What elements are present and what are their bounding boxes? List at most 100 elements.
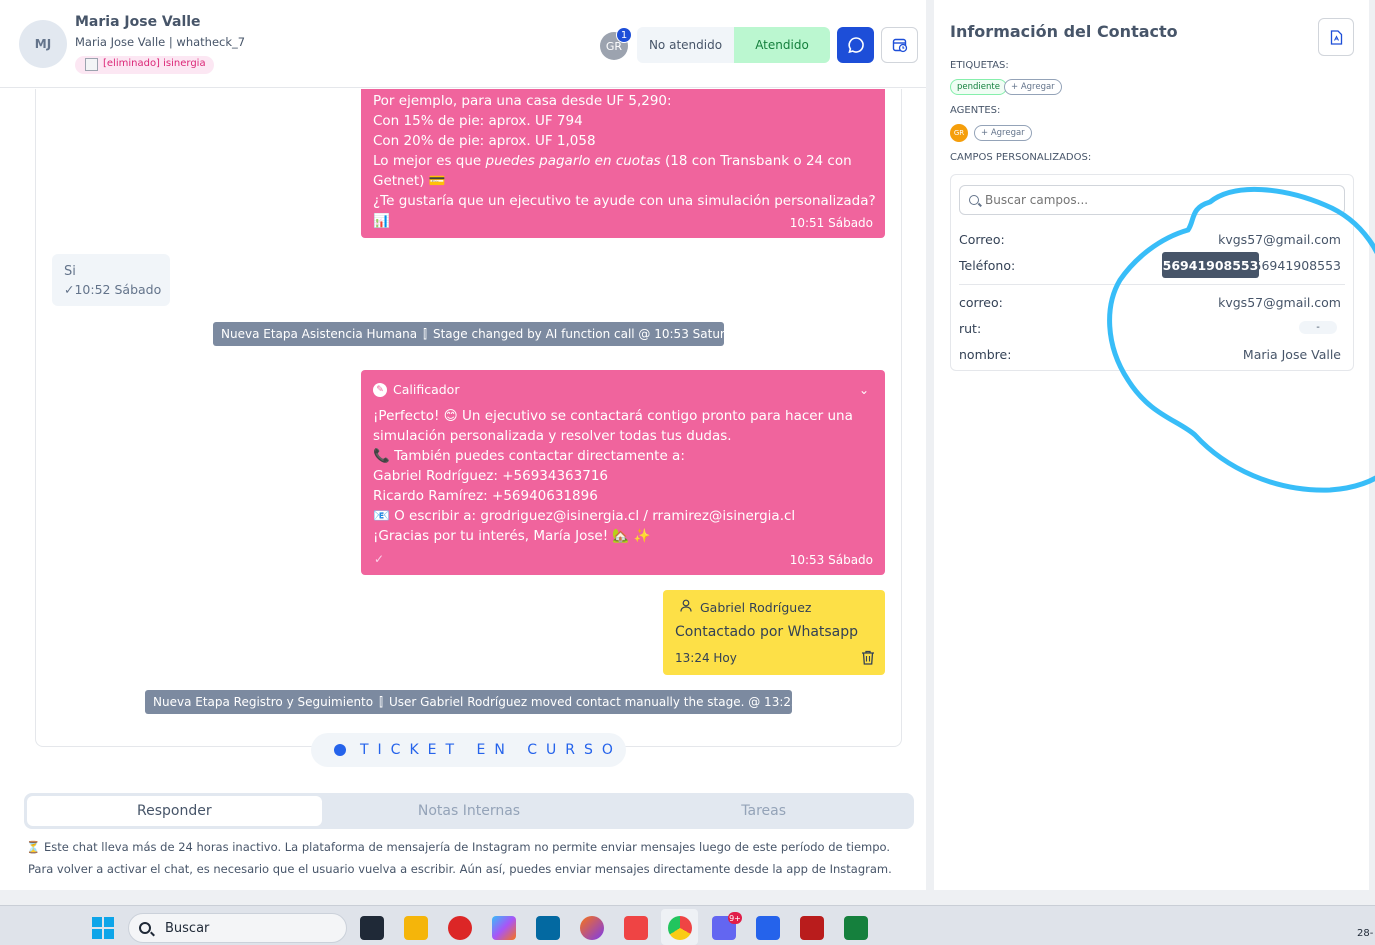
copilot-icon[interactable] (492, 916, 516, 940)
field-key: correo: (959, 295, 1003, 310)
channel-tag-label: [eliminado] isinergia (103, 58, 206, 69)
note-author: Gabriel Rodríguez (680, 599, 811, 615)
internal-note: Gabriel Rodríguez Contactado por Whatsap… (663, 590, 885, 675)
message-text: Si (64, 264, 76, 279)
message-line: Ricardo Ramírez: +56940631896 (373, 488, 598, 504)
attention-status-toggle[interactable]: No atendido Atendido (637, 27, 830, 63)
pipeline-icon: ⫿ (379, 694, 383, 709)
reply-tabs: Responder Notas Internas Tareas (24, 793, 914, 829)
check-icon: ✓ (64, 282, 75, 297)
message-line: simulación personalizada y resolver toda… (373, 428, 732, 444)
bot-icon: ✎ (373, 383, 387, 397)
message-time: 10:51 Sábado (789, 216, 873, 230)
taskbar-search-label: Buscar (165, 920, 210, 936)
broken-image-icon (85, 58, 98, 71)
panel-title: Información del Contacto (950, 22, 1178, 41)
message-fragment: Lo mejor es que (373, 153, 486, 169)
field-search[interactable] (959, 185, 1345, 215)
search-icon (139, 922, 151, 934)
windows-start-icon[interactable] (92, 917, 114, 939)
note-author-name: Gabriel Rodríguez (700, 599, 812, 615)
document-icon (1330, 29, 1342, 45)
chevron-down-icon[interactable]: ⌄ (859, 380, 869, 400)
status-attended[interactable]: Atendido (734, 27, 830, 63)
note-text: Contactado por Whatsapp (675, 624, 859, 640)
notice-line: Para volver a activar el chat, es necesa… (28, 862, 892, 876)
tab-notas-internas[interactable]: Notas Internas (322, 796, 617, 826)
inactive-chat-notice: ⏳ Este chat lleva más de 24 horas inacti… (26, 836, 892, 880)
tab-tareas[interactable]: Tareas (616, 796, 911, 826)
search-icon (969, 195, 979, 205)
message-line: Con 20% de pie: aprox. UF 1,058 (373, 133, 596, 149)
field-value[interactable]: Maria Jose Valle (1243, 347, 1341, 362)
os-taskbar: Buscar 9+ 28- (0, 905, 1375, 945)
schedule-button[interactable] (881, 27, 918, 63)
contact-message: Si ✓10:52 Sábado (52, 254, 170, 306)
outlook-icon[interactable] (536, 916, 560, 940)
acrobat-icon[interactable] (800, 916, 824, 940)
label-pending[interactable]: pendiente (950, 79, 1007, 95)
agents-heading: AGENTES: (950, 105, 1001, 116)
field-value[interactable]: - (1299, 321, 1337, 334)
anydesk-icon[interactable] (624, 916, 648, 940)
field-key: Correo: (959, 232, 1005, 247)
tab-responder[interactable]: Responder (27, 796, 322, 826)
stage-detail: User Gabriel Rodríguez moved contact man… (388, 695, 826, 709)
custom-fields-box: Correo: kvgs57@gmail.com Teléfono: 56941… (950, 174, 1354, 371)
stage-label: Nueva Etapa Registro y Seguimiento (153, 695, 374, 709)
contact-avatar: MJ (19, 20, 67, 68)
contact-subtitle: Maria Jose Valle | whatheck_7 (75, 35, 246, 49)
agent-count-badge: 1 (616, 27, 632, 43)
field-value[interactable]: 56941908553 (1254, 258, 1341, 273)
word-icon[interactable] (756, 916, 780, 940)
user-icon (680, 599, 692, 615)
stage-change-event: Nueva Etapa Registro y Seguimiento ⫿ Use… (145, 690, 826, 714)
message-time: 10:52 Sábado (74, 282, 162, 297)
bot-message: Por ejemplo, para una casa desde UF 5,29… (361, 89, 885, 238)
status-dot-icon (334, 744, 346, 756)
channel-tag: [eliminado] isinergia (75, 56, 214, 74)
phone-tooltip: 56941908553 (1162, 252, 1259, 278)
firefox-icon[interactable] (580, 916, 604, 940)
message-text: ¡Perfecto! 😊 Un ejecutivo se contactará … (373, 406, 878, 546)
chat-header: MJ Maria Jose Valle Maria Jose Valle | w… (0, 0, 926, 88)
message-text: Por ejemplo, para una casa desde UF 5,29… (373, 91, 878, 231)
message-time-row: ✓10:52 Sábado (64, 282, 161, 297)
message-emphasis: puedes pagarlo en cuotas (485, 153, 661, 169)
agent-avatar[interactable]: GR (950, 124, 968, 142)
sent-check-icon: ✓ (374, 552, 385, 566)
file-explorer-icon[interactable] (404, 916, 428, 940)
excel-icon[interactable] (844, 916, 868, 940)
field-key: nombre: (959, 347, 1012, 362)
taskbar-search[interactable]: Buscar (128, 913, 347, 943)
message-line: 📧 O escribir a: grodriguez@isinergia.cl … (373, 508, 796, 524)
labels-heading: ETIQUETAS: (950, 60, 1009, 71)
field-search-input[interactable] (985, 193, 1325, 207)
add-agent-button[interactable]: + Agregar (974, 125, 1032, 141)
chat-bubble-button[interactable] (837, 27, 874, 63)
stage-label: Nueva Etapa Asistencia Humana (221, 327, 418, 341)
sent-check-icon: ✓ (374, 215, 385, 229)
add-label-button[interactable]: + Agregar (1004, 79, 1062, 95)
notice-text: Este chat lleva más de 24 horas inactivo… (43, 840, 891, 854)
message-line: ¡Perfecto! 😊 Un ejecutivo se contactará … (373, 408, 853, 424)
note-time: 13:24 Hoy (675, 651, 737, 665)
message-line: Getnet) 💳 (373, 173, 446, 189)
message-line: Por ejemplo, para una casa desde UF 5,29… (373, 93, 672, 109)
stage-detail: Stage changed by AI function call @ 10:5… (432, 327, 747, 341)
export-contact-button[interactable] (1318, 18, 1354, 56)
message-line: ¡Gracias por tu interés, María Jose! 🏡 ✨ (373, 528, 651, 544)
field-value[interactable]: kvgs57@gmail.com (1218, 295, 1341, 310)
hourglass-icon: ⏳ (26, 840, 44, 854)
field-value[interactable]: kvgs57@gmail.com (1218, 232, 1341, 247)
field-key: rut: (959, 321, 982, 336)
media-player-icon[interactable] (448, 916, 472, 940)
chrome-icon[interactable] (668, 916, 692, 940)
chat-panel: MJ Maria Jose Valle Maria Jose Valle | w… (0, 0, 926, 890)
status-not-attended[interactable]: No atendido (637, 27, 734, 63)
trash-icon[interactable] (861, 650, 875, 665)
task-view-icon[interactable] (360, 916, 384, 940)
clock-date: 28- (1357, 928, 1374, 939)
message-sender: ✎ Calificador (373, 380, 459, 400)
message-line: Lo mejor es que puedes pagarlo en cuotas… (373, 151, 878, 171)
